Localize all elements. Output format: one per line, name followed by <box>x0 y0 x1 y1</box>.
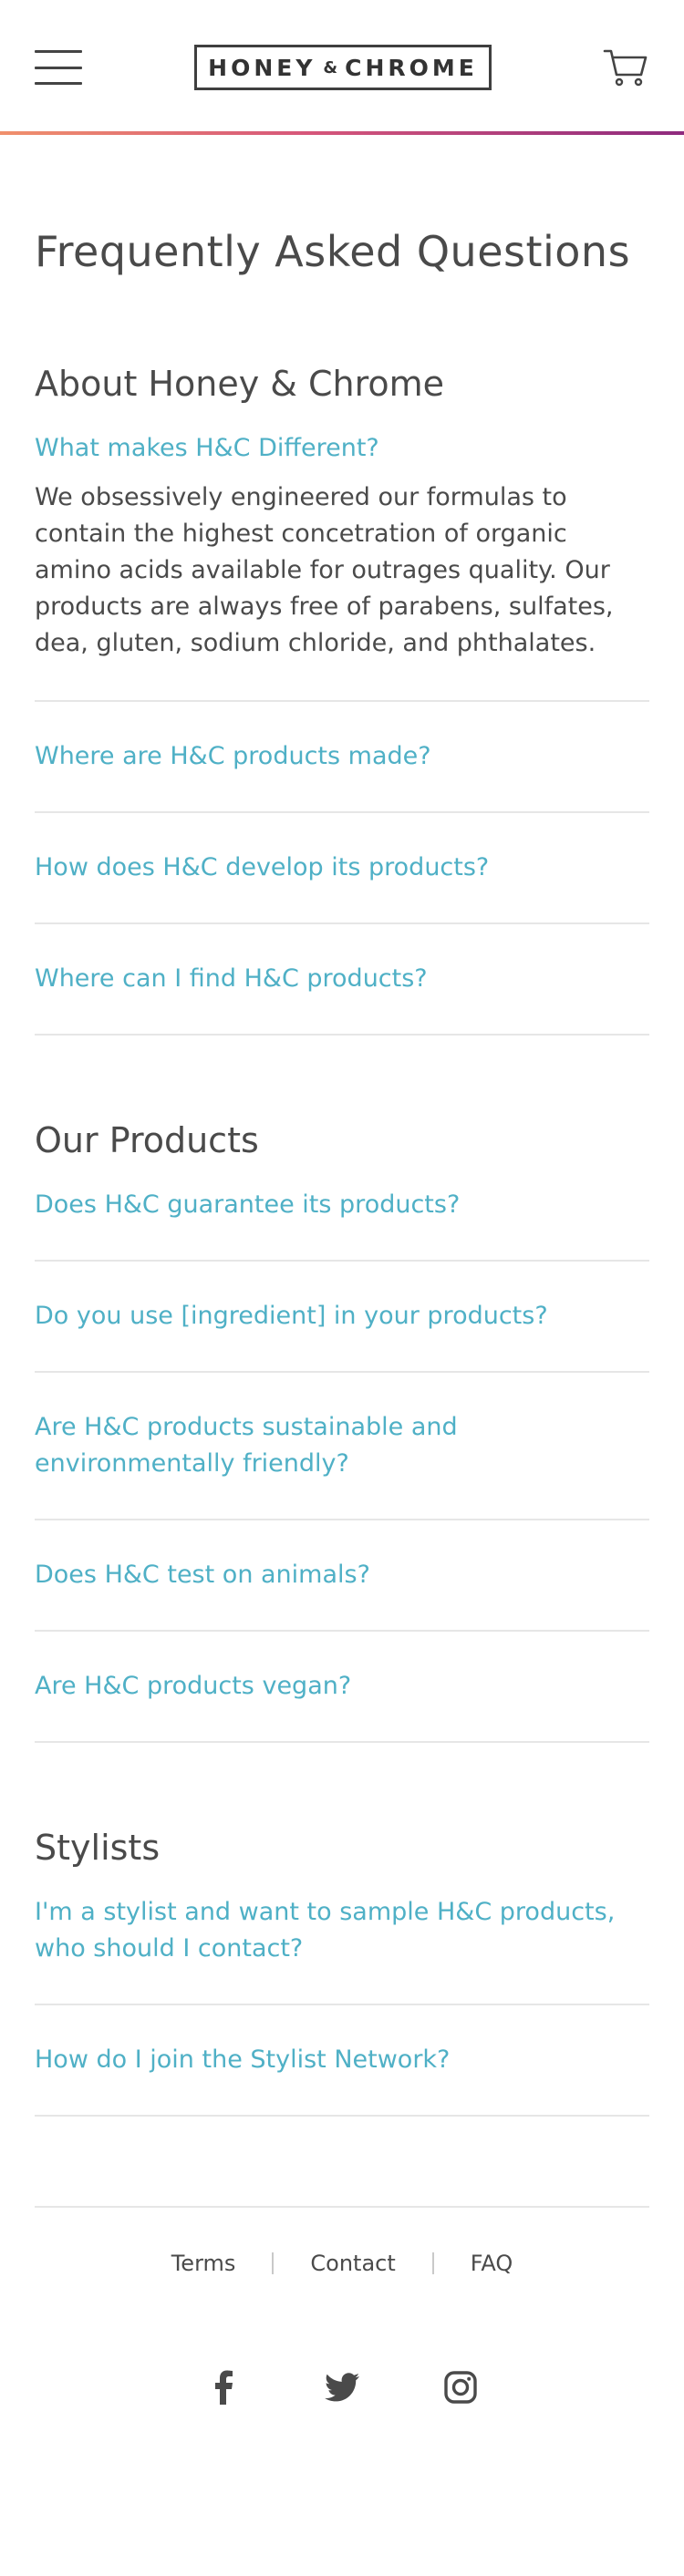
faq-list: What makes H&C Different? We obsessively… <box>35 407 649 1036</box>
faq-item: How does H&C develop its products? <box>35 813 649 924</box>
faq-question[interactable]: Where are H&C products made? <box>35 702 649 811</box>
faq-item: Does H&C guarantee its products? <box>35 1163 649 1262</box>
hamburger-menu-icon[interactable] <box>35 50 82 85</box>
faq-item: Where can I find H&C products? <box>35 924 649 1036</box>
shopping-cart-icon[interactable] <box>603 47 648 88</box>
section-title: Stylists <box>35 1828 161 1868</box>
page-title: Frequently Asked Questions <box>35 227 631 276</box>
section-title: Our Products <box>35 1120 259 1160</box>
social-links <box>35 2365 649 2410</box>
faq-item: How do I join the Stylist Network? <box>35 2005 649 2117</box>
site-logo[interactable]: HONEY & CHROME <box>194 45 492 90</box>
faq-item: Are H&C products sustainable and environ… <box>35 1373 649 1520</box>
footer-link-faq[interactable]: FAQ <box>434 2251 550 2276</box>
faq-section-products: Our Products Does H&C guarantee its prod… <box>35 1118 649 1743</box>
faq-question[interactable]: Does H&C test on animals? <box>35 1520 649 1630</box>
logo-text-chrome: CHROME <box>345 54 478 81</box>
faq-item: I'm a stylist and want to sample H&C pro… <box>35 1870 649 2005</box>
facebook-icon[interactable] <box>201 2365 246 2410</box>
faq-answer: We obsessively engineered our formulas t… <box>35 483 614 657</box>
footer-link-terms[interactable]: Terms <box>135 2251 273 2276</box>
faq-question[interactable]: Are H&C products vegan? <box>35 1632 649 1741</box>
faq-section-stylists: Stylists I'm a stylist and want to sampl… <box>35 1825 649 2117</box>
faq-question[interactable]: Does H&C guarantee its products? <box>35 1163 649 1260</box>
faq-item: Are H&C products vegan? <box>35 1632 649 1743</box>
footer-nav: Terms Contact FAQ <box>35 2250 649 2277</box>
faq-main: Frequently Asked Questions About Honey &… <box>0 224 684 2117</box>
faq-question[interactable]: How does H&C develop its products? <box>35 813 649 922</box>
faq-question[interactable]: What makes H&C Different? <box>35 407 649 479</box>
faq-list: I'm a stylist and want to sample H&C pro… <box>35 1870 649 2117</box>
faq-question[interactable]: Do you use [ingredient] in your products… <box>35 1262 649 1371</box>
logo-ampersand: & <box>323 57 338 77</box>
faq-list: Does H&C guarantee its products? Do you … <box>35 1163 649 1743</box>
faq-question[interactable]: Are H&C products sustainable and environ… <box>35 1373 649 1519</box>
faq-section-about: About Honey & Chrome What makes H&C Diff… <box>35 361 649 1036</box>
site-header: HONEY & CHROME <box>0 0 684 135</box>
header-gradient-divider <box>0 131 684 135</box>
faq-question[interactable]: How do I join the Stylist Network? <box>35 2005 649 2115</box>
footer-link-contact[interactable]: Contact <box>274 2251 431 2276</box>
faq-item: Do you use [ingredient] in your products… <box>35 1262 649 1373</box>
faq-question[interactable]: I'm a stylist and want to sample H&C pro… <box>35 1870 649 2004</box>
logo-text-honey: HONEY <box>208 54 316 81</box>
faq-item: Does H&C test on animals? <box>35 1520 649 1632</box>
faq-question[interactable]: Where can I find H&C products? <box>35 924 649 1034</box>
instagram-icon[interactable] <box>438 2365 483 2410</box>
faq-item: What makes H&C Different? We obsessively… <box>35 407 649 702</box>
faq-item: Where are H&C products made? <box>35 702 649 813</box>
twitter-icon[interactable] <box>319 2365 365 2410</box>
section-title: About Honey & Chrome <box>35 364 445 404</box>
site-footer: Terms Contact FAQ <box>35 2206 649 2410</box>
